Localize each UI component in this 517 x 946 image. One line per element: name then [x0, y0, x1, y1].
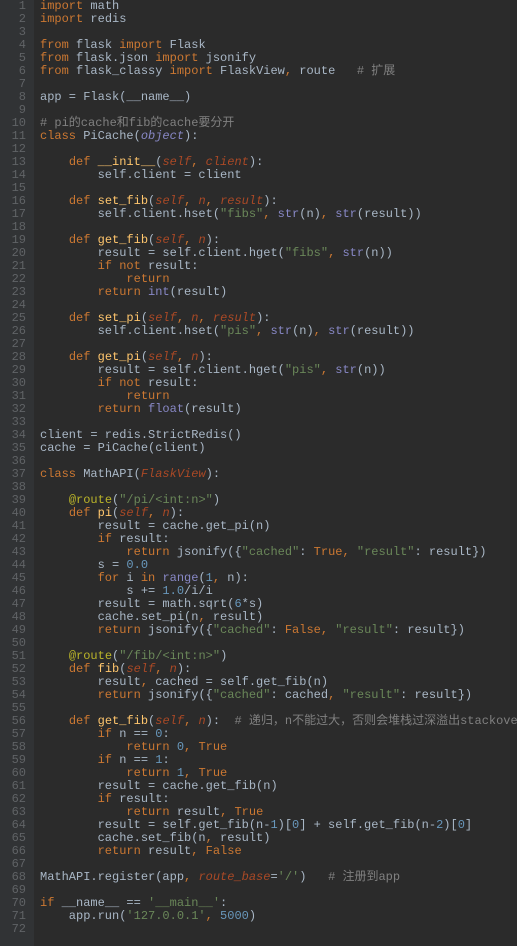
code-line[interactable]: cache = PiCache(client)	[40, 442, 511, 455]
code-line[interactable]: class PiCache(object):	[40, 130, 511, 143]
code-editor[interactable]: 1234567891011121314151617181920212223242…	[0, 0, 517, 946]
line-number-gutter: 1234567891011121314151617181920212223242…	[0, 0, 34, 946]
code-line[interactable]: return float(result)	[40, 403, 511, 416]
code-line[interactable]: class MathAPI(FlaskView):	[40, 468, 511, 481]
code-line[interactable]	[40, 923, 511, 936]
code-content[interactable]: import mathimport redis from flask impor…	[34, 0, 517, 946]
code-line[interactable]: MathAPI.register(app, route_base='/') # …	[40, 871, 511, 884]
code-line[interactable]: self.client.hset("pis", str(n), str(resu…	[40, 325, 511, 338]
code-line[interactable]: from flask_classy import FlaskView, rout…	[40, 65, 511, 78]
code-line[interactable]: self.client = client	[40, 169, 511, 182]
code-line[interactable]: self.client.hset("fibs", str(n), str(res…	[40, 208, 511, 221]
code-line[interactable]: return jsonify({"cached": cached, "resul…	[40, 689, 511, 702]
code-line[interactable]: app = Flask(__name__)	[40, 91, 511, 104]
code-line[interactable]: return int(result)	[40, 286, 511, 299]
code-line[interactable]: app.run('127.0.0.1', 5000)	[40, 910, 511, 923]
code-line[interactable]: import redis	[40, 13, 511, 26]
code-line[interactable]: return result, False	[40, 845, 511, 858]
line-number: 72	[10, 923, 26, 936]
code-line[interactable]: return jsonify({"cached": False, "result…	[40, 624, 511, 637]
